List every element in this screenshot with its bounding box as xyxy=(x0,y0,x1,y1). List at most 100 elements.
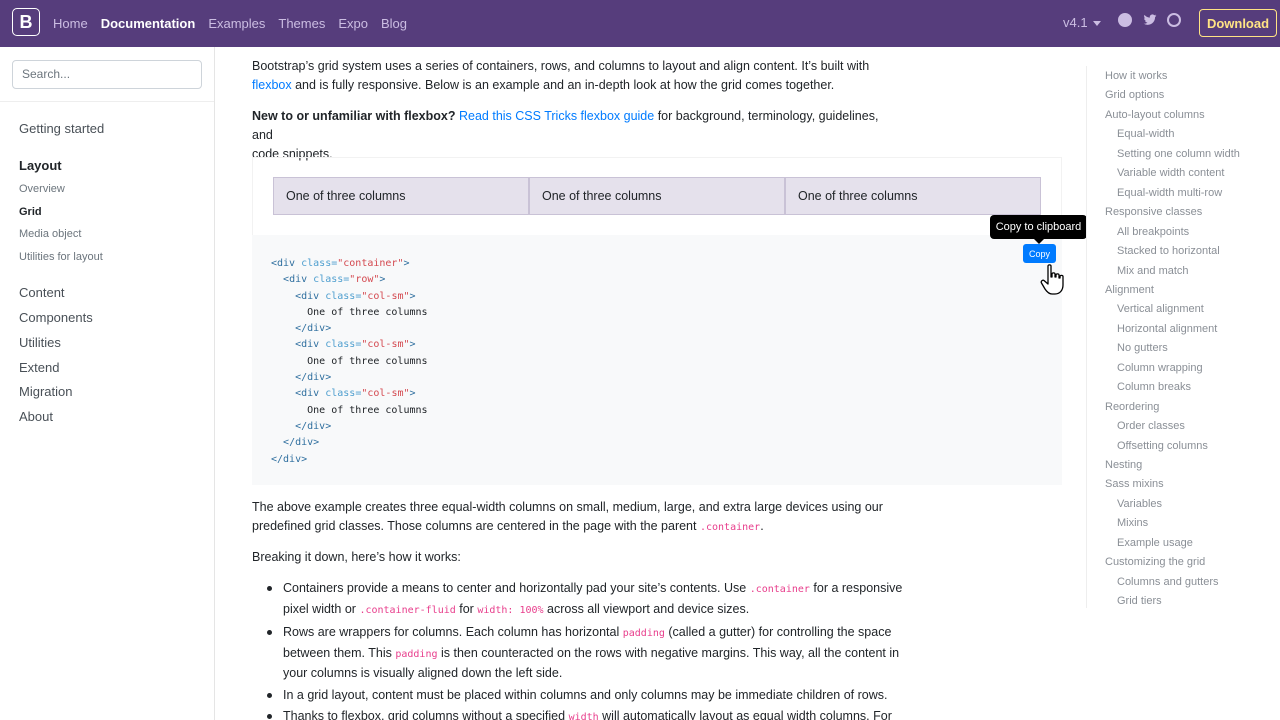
toc-link[interactable]: Nesting xyxy=(1105,459,1142,471)
after-text-1: The above example creates three equal-wi… xyxy=(252,500,883,514)
list-text: Thanks to flexbox, grid columns without … xyxy=(283,709,569,720)
nav-link-expo[interactable]: Expo xyxy=(338,16,368,31)
nav-links: Home Documentation Examples Themes Expo … xyxy=(53,0,407,47)
code-string: "container" xyxy=(337,258,404,269)
sidebar-subitem-overview[interactable]: Overview xyxy=(19,183,65,195)
toc-link[interactable]: Customizing the grid xyxy=(1105,556,1205,568)
intro-paragraph: Bootstrap’s grid system uses a series of… xyxy=(252,57,902,95)
search-input[interactable]: Search... xyxy=(12,60,202,89)
toc-link[interactable]: Column wrapping xyxy=(1117,362,1203,374)
list-item: Containers provide a means to center and… xyxy=(267,579,907,620)
nav-link-documentation[interactable]: Documentation xyxy=(101,16,196,31)
toc-link[interactable]: Variables xyxy=(1117,498,1162,510)
grid-example-row: One of three columns One of three column… xyxy=(273,177,1041,215)
after-text-3: . xyxy=(760,519,764,533)
toc-link[interactable]: Auto-layout columns xyxy=(1105,109,1205,121)
nav-link-examples[interactable]: Examples xyxy=(208,16,265,31)
toc-link[interactable]: Variable width content xyxy=(1117,167,1224,179)
code-text: One of three columns xyxy=(307,404,428,416)
css-tricks-link[interactable]: Read this CSS Tricks flexbox guide xyxy=(459,109,654,123)
grid-example-column: One of three columns xyxy=(785,177,1041,215)
twitter-icon[interactable] xyxy=(1143,13,1157,27)
sidebar-subitem-utilities-for-layout[interactable]: Utilities for layout xyxy=(19,251,103,263)
toc-link[interactable]: How it works xyxy=(1105,70,1167,82)
list-item: Thanks to flexbox, grid columns without … xyxy=(267,707,907,720)
bootstrap-logo[interactable]: B xyxy=(12,8,40,36)
toc-link[interactable]: Order classes xyxy=(1117,420,1185,432)
version-label: v4.1 xyxy=(1063,15,1088,30)
code-text: One of three columns xyxy=(307,306,428,318)
nav-link-home[interactable]: Home xyxy=(53,16,88,31)
download-button[interactable]: Download xyxy=(1199,9,1277,37)
toc-link[interactable]: Example usage xyxy=(1117,537,1193,549)
inline-code: width: 100% xyxy=(477,604,544,616)
after-example-paragraph: The above example creates three equal-wi… xyxy=(252,498,902,537)
toc-link[interactable]: Equal-width multi-row xyxy=(1117,187,1222,199)
toc-link[interactable]: No gutters xyxy=(1117,342,1168,354)
list-text: will automatically layout as equal width… xyxy=(598,709,892,720)
toc-link[interactable]: Responsive classes xyxy=(1105,206,1202,218)
sidebar-item-about[interactable]: About xyxy=(19,409,53,424)
version-dropdown[interactable]: v4.1 xyxy=(1063,15,1101,30)
toc-link[interactable]: Mixins xyxy=(1117,517,1148,529)
docs-sidebar: Search... Getting started Layout Overvie… xyxy=(0,47,215,720)
toc-link[interactable]: Mix and match xyxy=(1117,265,1189,277)
top-navbar: B Home Documentation Examples Themes Exp… xyxy=(0,0,1280,47)
toc-link[interactable]: Horizontal alignment xyxy=(1117,323,1217,335)
toc-link[interactable]: Equal-width xyxy=(1117,128,1174,140)
sidebar-item-layout[interactable]: Layout xyxy=(19,158,62,173)
nav-link-themes[interactable]: Themes xyxy=(278,16,325,31)
twitter-icon-svg xyxy=(1143,14,1157,25)
list-text: In a grid layout, content must be placed… xyxy=(283,687,888,702)
flexbox-note-bold: New to or unfamiliar with flexbox? xyxy=(252,109,456,123)
intro-text-1: Bootstrap’s grid system uses a series of… xyxy=(252,59,870,73)
toc-link[interactable]: All breakpoints xyxy=(1117,226,1189,238)
breaking-down-paragraph: Breaking it down, here’s how it works: xyxy=(252,550,461,564)
sidebar-item-extend[interactable]: Extend xyxy=(19,360,59,375)
sidebar-subitem-grid[interactable]: Grid xyxy=(19,206,42,218)
list-text: Rows are wrappers for columns. Each colu… xyxy=(283,625,623,639)
toc-link[interactable]: Columns and gutters xyxy=(1117,576,1219,588)
how-it-works-list: Containers provide a means to center and… xyxy=(267,579,907,720)
toc-link[interactable]: Grid tiers xyxy=(1117,595,1162,607)
toc-link[interactable]: Setting one column width xyxy=(1117,148,1240,160)
toc-link[interactable]: Column breaks xyxy=(1117,381,1191,393)
toc-link[interactable]: Reordering xyxy=(1105,401,1159,413)
inline-code: .container xyxy=(749,584,810,595)
code-string: "col-sm" xyxy=(361,388,410,400)
list-item: Rows are wrappers for columns. Each colu… xyxy=(267,623,907,683)
toc-link[interactable]: Offsetting columns xyxy=(1117,440,1208,452)
inline-code: padding xyxy=(395,648,438,660)
toc-link[interactable]: Stacked to horizontal xyxy=(1117,245,1220,257)
sidebar-item-migration[interactable]: Migration xyxy=(19,384,72,399)
code-text: One of three columns xyxy=(307,355,428,367)
toc-link[interactable]: Grid options xyxy=(1105,89,1164,101)
code-string: "col-sm" xyxy=(361,290,410,302)
sidebar-subitem-media-object[interactable]: Media object xyxy=(19,228,81,240)
flexbox-note-paragraph: New to or unfamiliar with flexbox? Read … xyxy=(252,107,902,164)
inline-code: padding xyxy=(622,628,665,639)
toc-link[interactable]: Vertical alignment xyxy=(1117,303,1204,315)
grid-example-column: One of three columns xyxy=(273,177,529,215)
sidebar-item-getting-started[interactable]: Getting started xyxy=(19,121,104,136)
toc-link[interactable]: Sass mixins xyxy=(1105,478,1164,490)
sidebar-item-components[interactable]: Components xyxy=(19,310,93,325)
intro-text-2: and is fully responsive. Below is an exa… xyxy=(291,78,835,92)
list-item: In a grid layout, content must be placed… xyxy=(267,686,907,705)
code-snippet: <div class="container"> <div class="row"… xyxy=(271,258,428,465)
sidebar-item-content[interactable]: Content xyxy=(19,285,65,300)
chevron-down-icon xyxy=(1092,21,1101,27)
github-icon[interactable] xyxy=(1118,13,1132,27)
toc-link[interactable]: Alignment xyxy=(1105,284,1154,296)
list-text: for xyxy=(455,601,478,616)
flexbox-link[interactable]: flexbox xyxy=(252,78,292,92)
code-string: "row" xyxy=(349,274,380,286)
slack-icon[interactable] xyxy=(1167,13,1181,27)
list-text: Containers provide a means to center and… xyxy=(283,581,750,595)
sidebar-item-utilities[interactable]: Utilities xyxy=(19,335,61,350)
copy-button[interactable]: Copy xyxy=(1023,244,1056,263)
sidebar-divider xyxy=(0,101,214,102)
nav-link-blog[interactable]: Blog xyxy=(381,16,407,31)
list-text: across all viewport and device sizes. xyxy=(543,601,750,616)
code-string: "col-sm" xyxy=(361,339,410,351)
